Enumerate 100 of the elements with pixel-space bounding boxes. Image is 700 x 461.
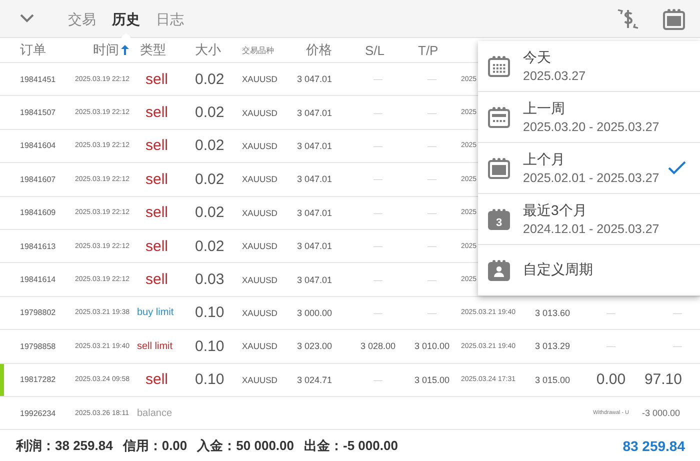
column-header[interactable]: S/L [365,42,385,58]
volume: 0.10 [195,304,224,322]
order-number: 19798802 [20,308,56,318]
stop-loss: — [374,108,382,118]
take-profit: 3 010.00 [414,341,450,352]
order-number: 19817282 [20,375,56,384]
profit: — [673,341,682,352]
column-header[interactable]: 类型 [140,41,166,59]
order-number: 19841507 [20,108,56,118]
order-type: sell [145,70,168,88]
order-number: 19926234 [20,408,56,418]
take-profit: — [428,108,436,118]
period-dates: 2025.02.01 - 2025.03.27 [523,171,660,185]
column-header[interactable]: 时间 [93,41,119,59]
column-header[interactable]: T/P [418,42,438,58]
chevron-down-icon[interactable] [20,14,34,23]
summary-value: 出金：-5 000.00 [304,437,398,455]
symbol: XAUUSD [242,274,278,285]
volume: 0.02 [195,70,224,88]
stop-loss: — [374,74,382,84]
swap: — [606,341,616,352]
price: 3 000.00 [297,308,332,318]
price: 3 047.01 [297,274,332,285]
volume: 0.10 [195,371,224,388]
price: 3 047.01 [297,108,332,118]
symbol: XAUUSD [242,374,278,385]
order-number: 19841609 [20,208,56,218]
calendar-icon [487,54,511,78]
period-dates: 2025.03.27 [523,69,587,83]
order-number: 19841451 [20,74,56,84]
stop-loss: — [374,308,382,318]
take-profit: — [428,274,436,285]
volume: 0.02 [195,137,224,154]
column-header[interactable]: 交易品种 [242,44,274,56]
currency-exchange-icon[interactable] [616,6,640,30]
profit: — [673,308,682,318]
profit: -3 000.00 [642,408,680,418]
period-title: 上一周 [523,100,566,118]
stop-loss: — [374,208,382,218]
sort-up-arrow-icon[interactable] [121,45,129,55]
volume: 0.02 [195,104,224,122]
symbol: XAUUSD [242,208,278,218]
symbol: XAUUSD [242,74,278,84]
order-type: sell [145,238,168,255]
period-title: 自定义周期 [523,261,594,279]
period-option[interactable]: 今天 2025.03.27 [478,41,700,92]
close-price: 3 013.29 [535,341,570,352]
order-type: sell [145,371,168,388]
take-profit: — [428,308,436,318]
price: 3 024.71 [297,374,332,385]
profit: 97.10 [644,371,682,388]
order-type: sell [145,137,168,154]
period-option[interactable]: 上一周 2025.03.20 - 2025.03.27 [478,92,700,143]
column-header[interactable]: 大小 [195,41,221,59]
column-header[interactable]: 订单 [20,41,46,59]
order-type: sell limit [137,340,173,352]
price: 3 047.01 [297,74,332,84]
summary-value: 利润：38 259.84 [16,437,113,455]
calendar-icon [487,156,511,180]
stop-loss: — [374,140,382,151]
symbol: XAUUSD [242,341,278,352]
calendar-icon [487,105,511,129]
take-profit: — [428,208,436,218]
order-type: buy limit [137,307,174,318]
order-number: 19841604 [20,141,56,150]
period-option[interactable]: 自定义周期 [478,245,700,296]
order-type: sell [145,204,168,222]
stop-loss: — [374,374,382,385]
volume: 0.03 [195,271,224,288]
column-header[interactable]: 价格 [306,41,332,59]
stop-loss: — [374,241,382,252]
take-profit: — [428,74,436,84]
order-type: sell [145,170,168,188]
order-type: balance [137,408,172,419]
price: 3 023.00 [297,341,332,352]
volume: 0.02 [195,170,224,188]
stop-loss: — [374,174,382,184]
swap: 0.00 [596,371,626,388]
take-profit: — [428,241,436,252]
price: 3 047.01 [297,241,332,252]
take-profit: 3 015.00 [414,374,450,385]
order-type: sell [145,104,168,122]
volume: 0.10 [195,338,224,355]
order-number: 19841613 [20,242,56,251]
tab[interactable]: 历史 [104,0,148,38]
symbol: XAUUSD [242,174,278,184]
period-option[interactable]: 上个月 2025.02.01 - 2025.03.27 [478,143,700,194]
take-profit: — [428,140,436,151]
balance-total: 83 259.84 [622,438,685,454]
symbol: XAUUSD [242,308,278,318]
price: 3 047.01 [297,140,332,151]
close-price: 3 015.00 [535,374,570,385]
period-option[interactable]: 3 最近3个月 2024.12.01 - 2025.03.27 [478,194,700,245]
summary-value: 入金：50 000.00 [197,437,294,455]
stop-loss: — [374,274,382,285]
volume: 0.02 [195,204,224,222]
symbol: XAUUSD [242,140,278,151]
price: 3 047.01 [297,174,332,184]
take-profit: — [428,174,436,184]
swap: — [606,308,616,318]
